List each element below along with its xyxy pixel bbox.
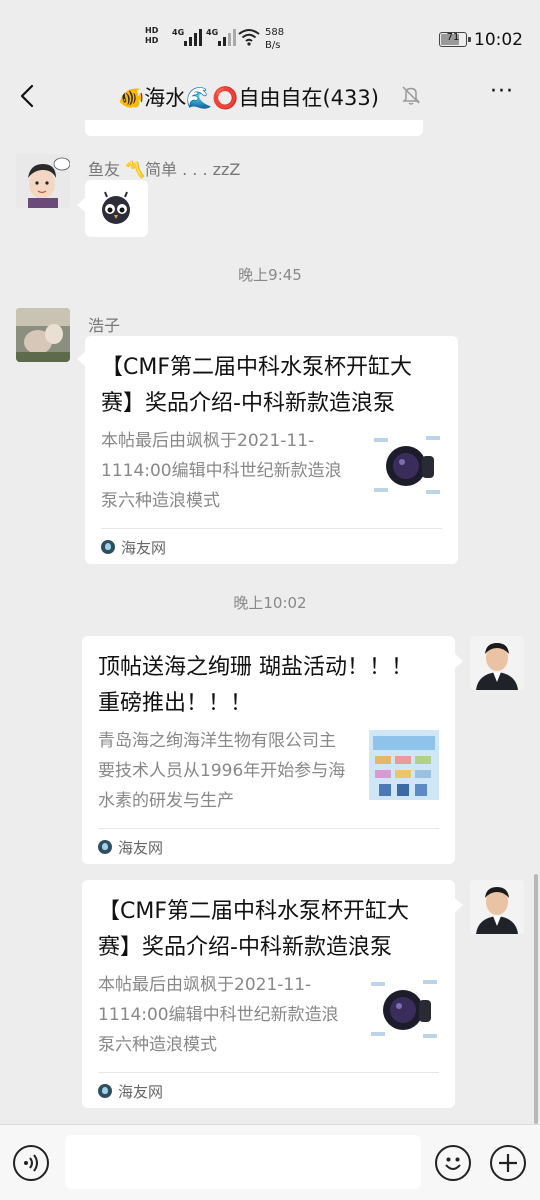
chat-title: 🐠海水🌊⭕自由自在(433) <box>118 86 379 110</box>
back-button[interactable] <box>12 80 44 112</box>
card-description: 青岛海之绚海洋生物有限公司主要技术人员从1996年开始参与海水素的研发与生产 <box>98 731 346 811</box>
link-card[interactable]: 【CMF第二届中科水泵杯开缸大赛】奖品介绍-中科新款造浪泵 本帖最后由飒枫于20… <box>82 880 455 1108</box>
bubble-pointer <box>455 898 463 912</box>
avatar-photo-icon <box>16 308 70 362</box>
more-actions-button[interactable] <box>490 1145 526 1181</box>
network-speed: 588 B/s <box>265 26 284 52</box>
avatar[interactable] <box>16 154 70 208</box>
speed-value: 588 <box>265 27 285 38</box>
timestamp: 晚上10:02 <box>233 594 307 612</box>
source-name: 海友网 <box>118 838 164 857</box>
bubble-pointer <box>455 654 463 668</box>
coral-salt-thumbnail <box>369 730 439 800</box>
card-divider <box>101 528 442 529</box>
battery-nub <box>468 37 471 42</box>
sender-name: 浩子 <box>88 316 121 335</box>
avatar-photo-icon <box>470 880 524 934</box>
speed-unit: B/s <box>265 40 281 51</box>
bubble-pointer <box>77 198 85 212</box>
voice-icon <box>24 1154 38 1172</box>
bell-off-icon <box>402 86 420 105</box>
clock: 10:02 <box>474 30 523 50</box>
signal-icon <box>184 28 202 46</box>
emoji-button[interactable] <box>435 1145 471 1181</box>
signal-icon-2 <box>218 28 236 46</box>
network-type-1: 4G <box>172 28 185 37</box>
source-logo-icon <box>98 840 112 854</box>
card-divider <box>98 828 439 829</box>
battery-level: 71 <box>446 32 460 43</box>
avatar-cartoon-icon <box>16 154 70 208</box>
input-bar <box>0 1124 540 1200</box>
chat-header: 🐠海水🌊⭕自由自在(433) ··· <box>0 72 540 120</box>
card-description: 本帖最后由飒枫于2021-11-1114:00编辑中科世纪新款造浪泵六种造浪模式 <box>98 975 339 1055</box>
message-input[interactable] <box>65 1135 421 1189</box>
sticker-message[interactable] <box>85 180 148 237</box>
plus-icon <box>499 1154 517 1172</box>
card-divider <box>98 1072 439 1073</box>
previous-message-bubble[interactable] <box>85 120 423 136</box>
link-card[interactable]: 【CMF第二届中科水泵杯开缸大赛】奖品介绍-中科新款造浪泵 本帖最后由飒枫于20… <box>85 336 458 564</box>
source-logo-icon <box>98 1084 112 1098</box>
card-title: 【CMF第二届中科水泵杯开缸大赛】奖品介绍-中科新款造浪泵 <box>101 355 412 416</box>
hd-indicator: HD HD <box>145 26 158 46</box>
card-title: 顶帖送海之绚珊 瑚盐活动！！！ 重磅推出！！！ <box>98 655 413 716</box>
card-description: 本帖最后由飒枫于2021-11-1114:00编辑中科世纪新款造浪泵六种造浪模式 <box>101 431 342 511</box>
hd-label-1: HD <box>145 26 159 35</box>
timestamp: 晚上9:45 <box>238 266 302 284</box>
link-card[interactable]: 顶帖送海之绚珊 瑚盐活动！！！ 重磅推出！！！ 青岛海之绚海洋生物有限公司主要技… <box>82 636 455 864</box>
source-logo-icon <box>101 540 115 554</box>
avatar[interactable] <box>16 308 70 362</box>
scrollbar[interactable] <box>534 874 538 1124</box>
card-title: 【CMF第二届中科水泵杯开缸大赛】奖品介绍-中科新款造浪泵 <box>98 899 409 960</box>
hd-label-2: HD <box>145 36 159 45</box>
card-source: 海友网 <box>98 1080 163 1102</box>
more-options-button[interactable]: ··· <box>486 81 518 110</box>
bubble-pointer <box>77 352 85 366</box>
card-source: 海友网 <box>101 536 166 558</box>
network-type-2: 4G <box>206 28 219 37</box>
wave-pump-thumbnail <box>372 430 442 500</box>
avatar-photo-icon <box>470 636 524 690</box>
chevron-left-icon <box>20 84 34 108</box>
wifi-icon <box>238 29 260 46</box>
owl-sticker-icon <box>102 191 130 224</box>
voice-button[interactable] <box>13 1145 49 1181</box>
emoji-icon <box>445 1157 461 1170</box>
source-name: 海友网 <box>121 538 167 557</box>
sender-name: 鱼友 〽️简单 . . . zzZ <box>88 160 241 179</box>
self-avatar[interactable] <box>470 880 524 934</box>
message-list[interactable]: 鱼友 〽️简单 . . . zzZ 晚上9:45 浩子 【CMF第二届中科水泵杯… <box>0 120 540 1124</box>
source-name: 海友网 <box>118 1082 164 1101</box>
battery-icon: 71 <box>439 32 471 47</box>
self-avatar[interactable] <box>470 636 524 690</box>
wave-pump-thumbnail <box>369 974 439 1044</box>
card-source: 海友网 <box>98 836 163 858</box>
status-bar: HD HD 4G 4G 588 B/s 71 10:02 <box>0 0 540 80</box>
